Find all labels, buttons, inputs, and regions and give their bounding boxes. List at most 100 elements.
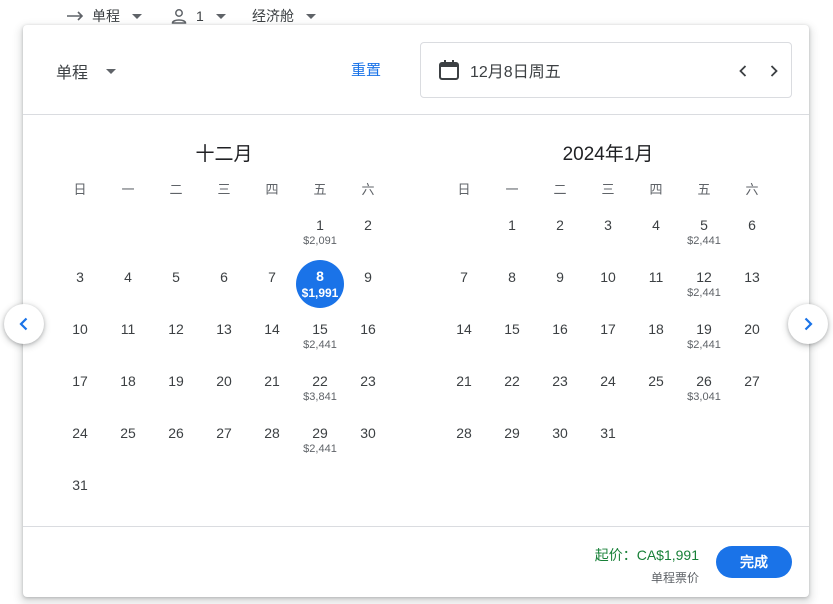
day-cell[interactable]: 14 bbox=[440, 310, 488, 362]
previous-month-button[interactable] bbox=[4, 304, 44, 344]
day-cell[interactable]: 4 bbox=[632, 206, 680, 258]
day-cell[interactable]: 7 bbox=[248, 258, 296, 310]
dialog-header: 单程 重置 12月8日周五 bbox=[23, 25, 809, 115]
day-cell[interactable]: 25 bbox=[632, 362, 680, 414]
day-cell[interactable]: 23 bbox=[536, 362, 584, 414]
day-cell[interactable]: 17 bbox=[56, 362, 104, 414]
trip-type-dropdown[interactable]: 单程 bbox=[66, 6, 142, 26]
day-cell[interactable]: 7 bbox=[440, 258, 488, 310]
day-cell[interactable]: 30 bbox=[344, 414, 392, 466]
day-cell[interactable]: 20 bbox=[200, 362, 248, 414]
day-number: 28 bbox=[264, 425, 280, 441]
day-number: 9 bbox=[364, 269, 372, 285]
day-cell[interactable]: 10 bbox=[584, 258, 632, 310]
day-cell[interactable]: 13 bbox=[200, 310, 248, 362]
day-number: 26 bbox=[696, 373, 712, 389]
day-price: $2,441 bbox=[687, 339, 721, 351]
day-price: $2,441 bbox=[687, 287, 721, 299]
calendar-months: 十二月 日 一 二 三 四 五 六 1 $2,091 2 3 4 5 6 7 8 $1,991 9 1… bbox=[23, 115, 809, 527]
next-day-button[interactable] bbox=[762, 59, 786, 83]
day-cell[interactable]: 9 bbox=[536, 258, 584, 310]
next-month-button[interactable] bbox=[788, 304, 828, 344]
day-cell[interactable]: 27 bbox=[728, 362, 776, 414]
day-cell[interactable]: 15 $2,441 bbox=[296, 310, 344, 362]
day-cell[interactable]: 12 bbox=[152, 310, 200, 362]
day-cell[interactable]: 17 bbox=[584, 310, 632, 362]
day-cell[interactable]: 18 bbox=[104, 362, 152, 414]
day-cell[interactable]: 25 bbox=[104, 414, 152, 466]
day-cell[interactable]: 29 $2,441 bbox=[296, 414, 344, 466]
day-cell[interactable]: 11 bbox=[104, 310, 152, 362]
previous-day-button[interactable] bbox=[731, 59, 755, 83]
day-cell[interactable]: 26 $3,041 bbox=[680, 362, 728, 414]
day-cell[interactable]: 12 $2,441 bbox=[680, 258, 728, 310]
day-cell[interactable]: 5 $2,441 bbox=[680, 206, 728, 258]
day-cell[interactable]: 2 bbox=[344, 206, 392, 258]
day-cell[interactable]: 29 bbox=[488, 414, 536, 466]
day-cell[interactable]: 24 bbox=[56, 414, 104, 466]
passenger-count: 1 bbox=[196, 8, 204, 24]
day-cell[interactable]: 2 bbox=[536, 206, 584, 258]
day-number: 12 bbox=[696, 269, 712, 285]
day-cell[interactable]: 28 bbox=[440, 414, 488, 466]
weekday-label: 五 bbox=[697, 182, 711, 197]
day-cell[interactable]: 6 bbox=[728, 206, 776, 258]
day-price: $1,991 bbox=[301, 286, 339, 300]
day-cell[interactable]: 22 $3,841 bbox=[296, 362, 344, 414]
day-cell[interactable]: 5 bbox=[152, 258, 200, 310]
weekday-label: 六 bbox=[361, 182, 375, 197]
day-cell[interactable]: 27 bbox=[200, 414, 248, 466]
day-cell[interactable]: 21 bbox=[440, 362, 488, 414]
passenger-dropdown[interactable]: 1 bbox=[170, 6, 226, 26]
day-cell[interactable]: 23 bbox=[344, 362, 392, 414]
day-cell[interactable]: 4 bbox=[104, 258, 152, 310]
dialog-footer: 起价：CA$1,991 单程票价 完成 bbox=[23, 527, 809, 597]
day-cell[interactable]: 20 bbox=[728, 310, 776, 362]
day-price: $3,841 bbox=[303, 391, 337, 403]
day-cell[interactable]: 16 bbox=[536, 310, 584, 362]
day-cell[interactable]: 1 bbox=[488, 206, 536, 258]
weekday-label: 三 bbox=[217, 182, 231, 197]
day-cell[interactable]: 3 bbox=[584, 206, 632, 258]
dialog-trip-type-dropdown[interactable]: 单程 bbox=[56, 59, 117, 83]
empty-day-cell bbox=[200, 206, 248, 258]
departure-date-field[interactable]: 12月8日周五 bbox=[420, 42, 792, 98]
day-cell[interactable]: 31 bbox=[56, 466, 104, 518]
day-cell[interactable]: 19 $2,441 bbox=[680, 310, 728, 362]
day-cell-selected[interactable]: 8 $1,991 bbox=[296, 258, 344, 310]
day-cell[interactable]: 18 bbox=[632, 310, 680, 362]
day-cell[interactable]: 28 bbox=[248, 414, 296, 466]
day-cell[interactable]: 24 bbox=[584, 362, 632, 414]
day-cell[interactable]: 26 bbox=[152, 414, 200, 466]
chevron-down-icon bbox=[132, 13, 142, 19]
weekday-label: 四 bbox=[649, 182, 663, 197]
day-number: 20 bbox=[216, 373, 232, 389]
reset-button[interactable]: 重置 bbox=[343, 57, 389, 82]
day-cell[interactable]: 14 bbox=[248, 310, 296, 362]
day-cell[interactable]: 3 bbox=[56, 258, 104, 310]
day-cell[interactable]: 31 bbox=[584, 414, 632, 466]
day-number: 11 bbox=[120, 321, 136, 337]
day-cell[interactable]: 1 $2,091 bbox=[296, 206, 344, 258]
calendar-icon bbox=[439, 60, 459, 80]
day-cell[interactable]: 13 bbox=[728, 258, 776, 310]
day-cell[interactable]: 8 bbox=[488, 258, 536, 310]
day-cell[interactable]: 19 bbox=[152, 362, 200, 414]
day-number: 19 bbox=[696, 321, 712, 337]
day-number: 23 bbox=[552, 373, 568, 389]
cabin-dropdown[interactable]: 经济舱 bbox=[252, 6, 316, 26]
day-cell[interactable]: 10 bbox=[56, 310, 104, 362]
day-cell[interactable]: 16 bbox=[344, 310, 392, 362]
day-cell[interactable]: 22 bbox=[488, 362, 536, 414]
day-number: 29 bbox=[312, 425, 328, 441]
day-cell[interactable]: 9 bbox=[344, 258, 392, 310]
day-cell[interactable]: 15 bbox=[488, 310, 536, 362]
weekday-header: 日 一 二 三 四 五 六 bbox=[56, 179, 392, 198]
day-cell[interactable]: 21 bbox=[248, 362, 296, 414]
done-button[interactable]: 完成 bbox=[716, 546, 792, 578]
day-cell[interactable]: 11 bbox=[632, 258, 680, 310]
day-cell[interactable]: 30 bbox=[536, 414, 584, 466]
day-cell[interactable]: 6 bbox=[200, 258, 248, 310]
day-number: 6 bbox=[220, 269, 228, 285]
weekday-label: 二 bbox=[169, 182, 183, 197]
